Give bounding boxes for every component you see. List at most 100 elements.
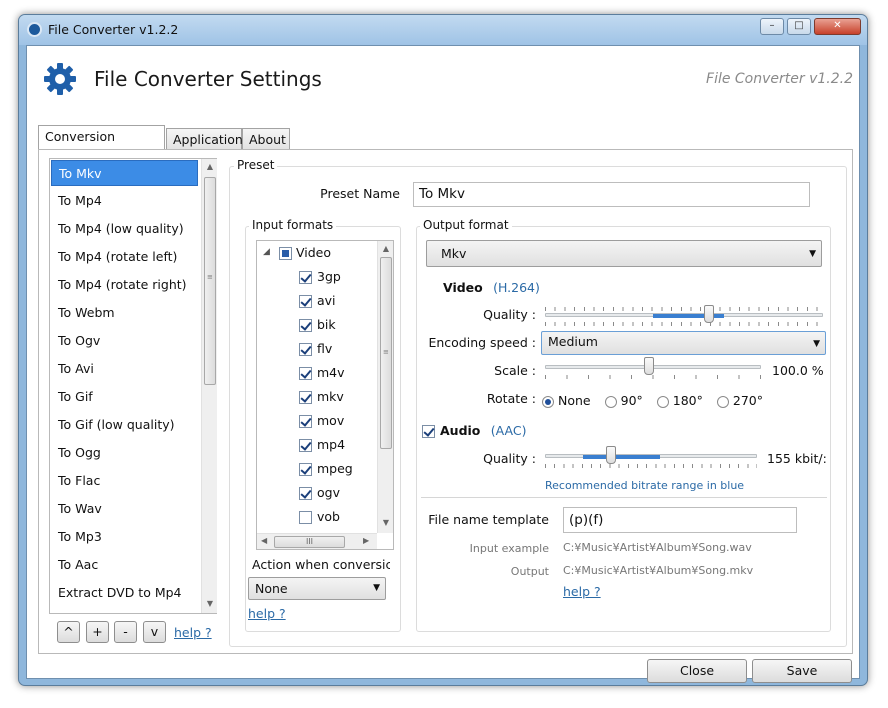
audio-quality-ticks [545,464,757,468]
tree-vscroll-thumb[interactable]: ≡ [380,257,392,449]
maximize-button[interactable]: □ [787,18,811,35]
audio-section-label: Audio (AAC) [422,423,526,438]
format-item-avi[interactable]: avi [299,289,336,313]
rotate-option-label: 180° [672,393,703,408]
preset-list-item[interactable]: To Flac [51,468,198,494]
preset-name-input[interactable]: To Mkv [413,182,810,207]
radio-button[interactable] [542,395,554,408]
format-label: mkv [317,389,344,404]
rotate-option[interactable]: 180° [656,393,703,408]
input-formats-group: Input formats ◢ Video 3gp avi bik flv m4v mkv… [245,218,401,632]
tab-about[interactable]: About [242,128,290,150]
format-item-mpeg[interactable]: mpeg [299,457,353,481]
minimize-button[interactable]: – [760,18,784,35]
preset-list-item[interactable]: To Wav [51,496,198,522]
format-item-3gp[interactable]: 3gp [299,265,341,289]
move-up-button[interactable]: ^ [57,621,80,643]
video-quality-ticks-top [545,307,823,311]
presets-help-link[interactable]: help ? [174,625,212,640]
add-preset-button[interactable]: + [86,621,109,643]
scroll-up-icon[interactable]: ▲ [202,162,218,171]
preset-list-item[interactable]: To Ogg [51,440,198,466]
radio-button[interactable] [656,395,669,408]
scroll-down-icon[interactable]: ▼ [202,599,218,608]
preset-list-item[interactable]: To Gif (low quality) [51,412,198,438]
radio-button[interactable] [716,395,729,408]
close-button[interactable]: Close [647,659,747,683]
input-formats-help-link[interactable]: help ? [248,606,286,621]
tab-application[interactable]: Application [166,128,243,150]
preset-list-scrollbar[interactable]: ▲ ≡ ▼ [201,159,217,613]
bitrate-note: Recommended bitrate range in blue [545,479,745,492]
format-checkbox[interactable] [299,511,312,524]
format-label: mov [317,413,345,428]
close-window-button[interactable]: ✕ [814,18,861,35]
radio-button[interactable] [604,395,617,408]
preset-list-item[interactable]: To Ogv [51,328,198,354]
tree-root-checkbox[interactable] [279,247,292,260]
hscroll-right-icon[interactable]: ▶ [363,536,369,545]
output-format-help-link[interactable]: help ? [563,584,601,599]
format-checkbox[interactable] [299,487,312,500]
remove-preset-button[interactable]: - [114,621,137,643]
format-checkbox[interactable] [299,391,312,404]
preset-list-item[interactable]: To Aac [51,552,198,578]
format-checkbox[interactable] [299,367,312,380]
output-format-combo[interactable]: Mkv ▼ [426,240,822,267]
rotate-option[interactable]: None [542,393,591,408]
preset-list-item[interactable]: Extract DVD to Mp4 [51,580,198,606]
title-bar[interactable]: File Converter v1.2.2 – □ ✕ [19,15,867,45]
format-checkbox[interactable] [299,319,312,332]
format-item-m4v[interactable]: m4v [299,361,345,385]
preset-list-item[interactable]: To Mp4 (rotate left) [51,244,198,270]
save-button[interactable]: Save [752,659,852,683]
format-checkbox[interactable] [299,295,312,308]
preset-list-item[interactable]: To Mp4 (low quality) [51,216,198,242]
encoding-speed-label: Encoding speed : [428,335,536,350]
rotate-option[interactable]: 270° [716,393,763,408]
preset-list-item[interactable]: To Mp3 [51,524,198,550]
output-example-label: Output [510,565,549,578]
rotate-option[interactable]: 90° [604,393,643,408]
move-down-button[interactable]: v [143,621,166,643]
hscroll-left-icon[interactable]: ◀ [261,536,267,545]
tree-expand-icon[interactable]: ◢ [263,247,270,257]
preset-list-item[interactable]: To Avi [51,356,198,382]
format-item-mov[interactable]: mov [299,409,344,433]
action-combo[interactable]: None ▼ [248,577,386,600]
format-item-mkv[interactable]: mkv [299,385,344,409]
format-item-bik[interactable]: bik [299,313,336,337]
format-item-flv[interactable]: flv [299,337,332,361]
format-item-ogv[interactable]: ogv [299,481,340,505]
format-item-mp4[interactable]: mp4 [299,433,345,457]
audio-quality-thumb[interactable] [606,446,616,464]
tree-hscroll[interactable]: ◀ III ▶ [257,533,377,549]
format-item-vob[interactable]: vob [299,505,340,529]
tree-scroll-up-icon[interactable]: ▲ [378,244,394,253]
preset-list-item[interactable]: To Gif [51,384,198,410]
audio-enabled-checkbox[interactable] [422,425,435,438]
template-input[interactable]: (p)(f) [563,507,797,533]
format-checkbox[interactable] [299,439,312,452]
tree-scroll-down-icon[interactable]: ▼ [378,518,394,527]
format-checkbox[interactable] [299,271,312,284]
format-checkbox[interactable] [299,343,312,356]
tree-root-video[interactable]: Video [279,241,331,265]
tab-conversion-presets[interactable]: Conversion Presets [38,125,165,165]
format-label: 3gp [317,269,341,284]
tree-vscroll[interactable]: ▲ ≡ ▼ [377,241,393,533]
rotate-option-label: 270° [732,393,763,408]
format-checkbox[interactable] [299,463,312,476]
format-checkbox[interactable] [299,415,312,428]
scale-thumb[interactable] [644,357,654,375]
scroll-thumb[interactable]: ≡ [204,177,216,385]
video-quality-thumb[interactable] [704,305,714,323]
input-formats-tree[interactable]: ◢ Video 3gp avi bik flv m4v mkv mov mp4 mpeg ogv v… [256,240,394,550]
preset-list-item[interactable]: To Mkv [51,160,198,186]
preset-list-item[interactable]: To Mp4 (rotate right) [51,272,198,298]
preset-list-item[interactable]: To Mp4 [51,188,198,214]
preset-list-item[interactable]: To Webm [51,300,198,326]
encoding-speed-combo[interactable]: Medium ▼ [541,331,826,355]
preset-list[interactable]: To Mkv To Mp4 To Mp4 (low quality) To Mp4 (… [49,158,217,614]
tree-hscroll-thumb[interactable]: III [274,536,345,548]
